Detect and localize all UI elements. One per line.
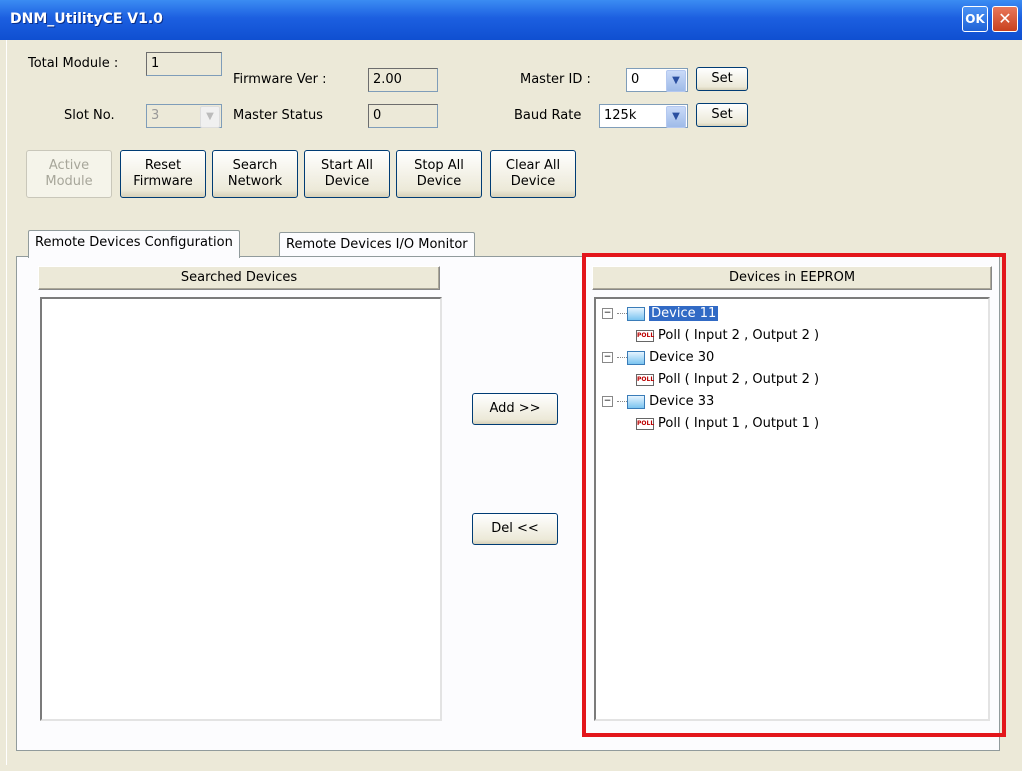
baud-rate-combo[interactable]: 125k ▼ — [599, 104, 688, 128]
set-baud-rate-button[interactable]: Set — [696, 103, 748, 127]
reset-firmware-button[interactable]: Reset Firmware — [120, 150, 206, 198]
search-network-line2: Network — [227, 174, 283, 189]
master-id-value: 0 — [631, 72, 640, 87]
slot-no-value: 3 — [151, 108, 160, 123]
set-master-id-button[interactable]: Set — [696, 67, 748, 91]
master-status-field: 0 — [368, 104, 438, 128]
highlight-box — [582, 253, 1006, 737]
searched-devices-list[interactable] — [40, 297, 442, 721]
active-module-line2: Module — [45, 174, 93, 189]
ok-button[interactable]: OK — [962, 6, 988, 32]
chevron-down-icon[interactable]: ▼ — [666, 70, 686, 92]
stop-all-line2: Device — [416, 174, 462, 189]
clear-all-line1: Clear All — [505, 158, 561, 173]
clear-all-line2: Device — [510, 174, 556, 189]
stop-all-line1: Stop All — [414, 158, 464, 173]
firmware-ver-label: Firmware Ver : — [233, 72, 327, 87]
del-button[interactable]: Del << — [472, 513, 558, 545]
master-status-label: Master Status — [233, 108, 323, 123]
active-module-line1: Active — [48, 158, 90, 173]
close-button[interactable]: ✕ — [992, 6, 1018, 32]
clear-all-device-button[interactable]: Clear All Device — [490, 150, 576, 198]
chevron-down-icon: ▼ — [200, 106, 220, 128]
search-network-line1: Search — [232, 158, 278, 173]
tab-remote-devices-io-monitor[interactable]: Remote Devices I/O Monitor — [279, 232, 475, 258]
stop-all-device-button[interactable]: Stop All Device — [396, 150, 482, 198]
slot-no-combo[interactable]: 3 ▼ — [146, 104, 222, 128]
start-all-line1: Start All — [320, 158, 373, 173]
search-network-button[interactable]: Search Network — [212, 150, 298, 198]
master-id-label: Master ID : — [520, 72, 591, 87]
start-all-line2: Device — [324, 174, 370, 189]
add-button[interactable]: Add >> — [472, 393, 558, 425]
searched-devices-header: Searched Devices — [38, 266, 440, 290]
baud-rate-label: Baud Rate — [514, 108, 582, 123]
tab-remote-devices-configuration[interactable]: Remote Devices Configuration — [28, 230, 240, 258]
reset-firmware-line1: Reset — [144, 158, 182, 173]
chevron-down-icon[interactable]: ▼ — [666, 106, 686, 128]
total-module-field: 1 — [146, 52, 222, 76]
master-id-combo[interactable]: 0 ▼ — [626, 68, 688, 92]
window-title: DNM_UtilityCE V1.0 — [10, 11, 163, 27]
total-module-label: Total Module : — [28, 56, 119, 71]
firmware-ver-field: 2.00 — [368, 68, 438, 92]
active-module-button[interactable]: Active Module — [26, 150, 112, 198]
reset-firmware-line2: Firmware — [133, 174, 193, 189]
slot-no-label: Slot No. — [64, 108, 115, 123]
start-all-device-button[interactable]: Start All Device — [304, 150, 390, 198]
baud-rate-value: 125k — [604, 108, 637, 123]
